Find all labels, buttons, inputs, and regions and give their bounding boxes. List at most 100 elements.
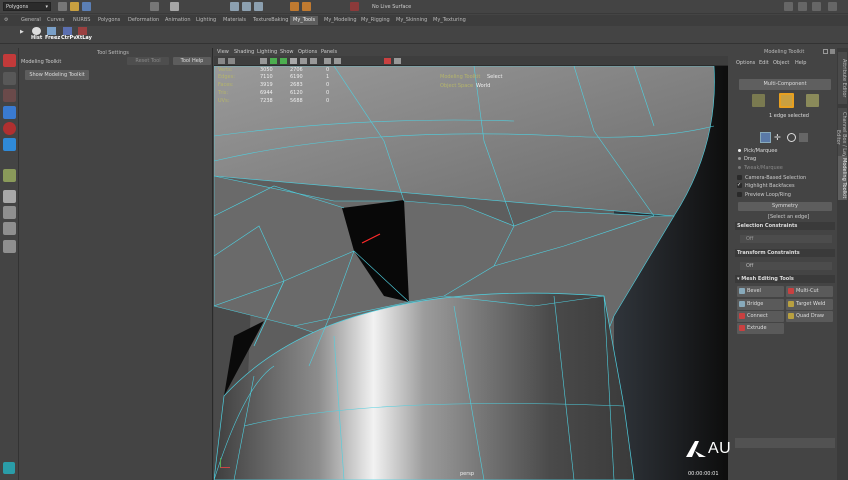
toolkit-menu-object[interactable]: Object	[773, 60, 789, 66]
xray-icon[interactable]	[334, 58, 341, 64]
shelf-arrow-icon[interactable]: ▶	[20, 29, 24, 35]
transform-constraint-dropdown[interactable]: Off	[740, 262, 832, 270]
single-perspective-layout-icon[interactable]	[3, 190, 16, 203]
tab-modeling-toolkit[interactable]: Modeling Toolkit	[838, 156, 847, 200]
magnet-icon[interactable]	[350, 2, 359, 11]
last-tool-icon[interactable]	[3, 169, 16, 182]
autodesk-logo-icon	[686, 441, 706, 457]
menu-options[interactable]: Options	[298, 49, 317, 55]
save-scene-icon[interactable]	[82, 2, 91, 11]
preview-loop-checkbox[interactable]	[737, 192, 742, 197]
shelf-settings-icon[interactable]: ⚙	[4, 17, 8, 23]
toolkit-menu-edit[interactable]: Edit	[759, 60, 769, 66]
tab-polygons[interactable]: Polygons	[95, 16, 123, 25]
menu-show[interactable]: Show	[280, 49, 294, 55]
face-mode-icon[interactable]	[806, 94, 819, 107]
freeze-label: Freez	[45, 35, 61, 41]
xtlay-shelf-button[interactable]: XtLay	[76, 27, 92, 43]
tab-my-texturing[interactable]: My_Texturing	[430, 16, 469, 25]
four-view-layout-icon[interactable]	[3, 206, 16, 219]
select-hierarchy-icon[interactable]	[150, 2, 159, 11]
select-object-icon[interactable]	[170, 2, 179, 11]
menu-lighting[interactable]: Lighting	[257, 49, 277, 55]
tab-my-skinning[interactable]: My_Skinning	[393, 16, 430, 25]
selection-constraint-dropdown[interactable]: Off	[740, 235, 832, 243]
textured-icon[interactable]	[290, 58, 297, 64]
toolkit-menu-options[interactable]: Options	[736, 60, 755, 66]
rotate-tool-icon[interactable]	[3, 122, 16, 135]
shadows-icon[interactable]	[310, 58, 317, 64]
film-gate-icon[interactable]	[394, 58, 401, 64]
hist-shelf-button[interactable]: Hist	[31, 27, 43, 43]
attribute-editor-toggle-icon[interactable]	[798, 2, 807, 11]
snap-curve-icon[interactable]	[242, 2, 251, 11]
outliner-layout-icon[interactable]	[3, 240, 16, 253]
tab-lighting[interactable]: Lighting	[193, 16, 219, 25]
tab-my-tools[interactable]: My_Tools	[290, 16, 319, 25]
drag-radio[interactable]	[738, 157, 741, 160]
shelf-tab-bar: ⚙ General Curves NURBS Polygons Deformat…	[0, 15, 848, 26]
transform-constraints-header[interactable]: Transform Constraints	[735, 249, 835, 257]
pick-marquee-mode-icon[interactable]	[760, 132, 771, 143]
render-icon[interactable]	[290, 2, 299, 11]
multi-component-button[interactable]: Multi-Component	[739, 79, 831, 90]
tab-general[interactable]: General	[18, 16, 44, 25]
modeling-toolkit-toggle-icon[interactable]	[784, 2, 793, 11]
tab-nurbs[interactable]: NURBS	[70, 16, 93, 25]
vertex-mode-icon[interactable]	[752, 94, 765, 107]
lasso-tool-icon[interactable]	[3, 72, 16, 85]
tweak-mode-icon[interactable]	[787, 133, 796, 142]
tweak-radio[interactable]	[738, 166, 741, 169]
symmetry-button[interactable]: Symmetry	[738, 202, 832, 211]
tool-help-button[interactable]: Tool Help	[173, 57, 211, 65]
mesh-editing-tools-header[interactable]: ▾ Mesh Editing Tools	[735, 275, 835, 283]
wireframe-icon[interactable]	[270, 58, 277, 64]
smooth-shade-icon[interactable]	[280, 58, 287, 64]
resolution-gate-icon[interactable]	[384, 58, 391, 64]
freeze-shelf-button[interactable]: Freez	[45, 27, 61, 43]
select-tool-icon[interactable]	[3, 54, 16, 67]
highlight-backfaces-checkbox[interactable]: ✓	[737, 183, 742, 188]
paint-select-icon[interactable]	[3, 89, 16, 102]
center-pivot-shelf-button[interactable]: CtrPv	[61, 27, 76, 43]
menu-panels[interactable]: Panels	[321, 49, 337, 55]
lights-icon[interactable]	[300, 58, 307, 64]
edge-mode-icon[interactable]	[779, 93, 794, 108]
tab-texturebaking[interactable]: TextureBaking	[250, 16, 291, 25]
tab-animation[interactable]: Animation	[162, 16, 194, 25]
float-panel-icon[interactable]	[823, 49, 828, 54]
menu-shading[interactable]: Shading	[234, 49, 254, 55]
drag-mode-icon[interactable]: ✛	[774, 133, 783, 142]
tab-attribute-editor[interactable]: Attribute Editor	[838, 52, 847, 104]
perspective-viewport[interactable]: Verts: Edges: Faces: Tris: UVs: 3050 270…	[214, 66, 728, 480]
tab-deformation[interactable]: Deformation	[125, 16, 162, 25]
pick-radio[interactable]	[738, 149, 741, 152]
reset-tool-button[interactable]: Reset Tool	[127, 57, 169, 65]
tweak-marquee-icon[interactable]	[799, 133, 808, 142]
menu-set-dropdown[interactable]: Polygons ▾	[3, 2, 51, 11]
move-tool-icon[interactable]	[3, 106, 16, 119]
ipr-render-icon[interactable]	[302, 2, 311, 11]
snap-grid-icon[interactable]	[230, 2, 239, 11]
camera-based-checkbox[interactable]	[737, 175, 742, 180]
tab-curves[interactable]: Curves	[44, 16, 67, 25]
close-panel-icon[interactable]	[830, 49, 835, 54]
bookmark-icon[interactable]	[228, 58, 235, 64]
menu-view[interactable]: View	[217, 49, 229, 55]
tab-materials[interactable]: Materials	[220, 16, 249, 25]
new-scene-icon[interactable]	[58, 2, 67, 11]
isolate-icon[interactable]	[324, 58, 331, 64]
camera-icon[interactable]	[218, 58, 225, 64]
show-modeling-toolkit-button[interactable]: Show Modeling Toolkit	[25, 70, 89, 80]
scale-tool-icon[interactable]	[3, 138, 16, 151]
grid-icon[interactable]	[260, 58, 267, 64]
open-scene-icon[interactable]	[70, 2, 79, 11]
toolkit-menu-help[interactable]: Help	[795, 60, 806, 66]
two-view-layout-icon[interactable]	[3, 222, 16, 235]
selection-constraints-header[interactable]: Selection Constraints	[735, 222, 835, 230]
tab-my-modeling[interactable]: My_Modeling	[321, 16, 360, 25]
channel-box-toggle-icon[interactable]	[812, 2, 821, 11]
tab-my-rigging[interactable]: My_Rigging	[358, 16, 393, 25]
snap-point-icon[interactable]	[254, 2, 263, 11]
layout-icon[interactable]	[828, 2, 837, 11]
